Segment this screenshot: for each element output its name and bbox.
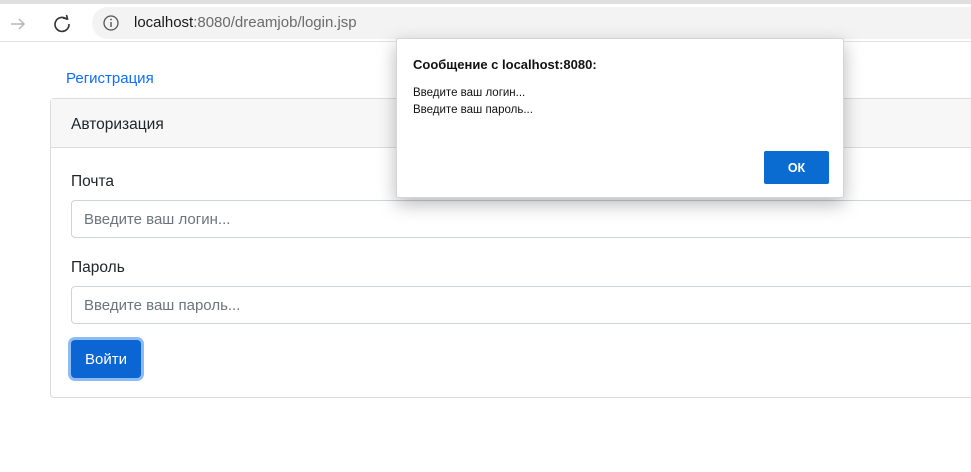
forward-button[interactable] <box>6 12 30 36</box>
address-bar[interactable]: localhost:8080/dreamjob/login.jsp <box>92 7 971 39</box>
dialog-message-line: Введите ваш логин... <box>413 87 526 99</box>
url-host: localhost <box>134 14 194 31</box>
email-label: Почта <box>71 173 115 190</box>
email-field[interactable] <box>71 200 971 238</box>
password-label: Пароль <box>71 259 125 276</box>
password-field[interactable] <box>71 286 971 324</box>
alert-dialog: Сообщение с localhost:8080: Введите ваш … <box>396 38 844 198</box>
info-icon[interactable] <box>102 14 120 32</box>
register-link[interactable]: Регистрация <box>66 70 154 87</box>
dialog-title: Сообщение с localhost:8080: <box>413 57 597 72</box>
reload-icon <box>54 14 70 33</box>
url-text[interactable]: localhost:8080/dreamjob/login.jsp <box>134 14 357 31</box>
browser-toolbar: localhost:8080/dreamjob/login.jsp <box>0 0 971 42</box>
ok-button[interactable]: ОК <box>764 151 829 184</box>
dialog-message-line: Введите ваш пароль... <box>413 104 533 116</box>
arrow-right-icon <box>11 18 26 30</box>
login-button[interactable]: Войти <box>71 340 141 378</box>
url-path: :8080/dreamjob/login.jsp <box>193 14 357 31</box>
reload-button[interactable] <box>50 12 74 36</box>
dialog-message: Введите ваш логин... Введите ваш пароль.… <box>413 85 533 119</box>
